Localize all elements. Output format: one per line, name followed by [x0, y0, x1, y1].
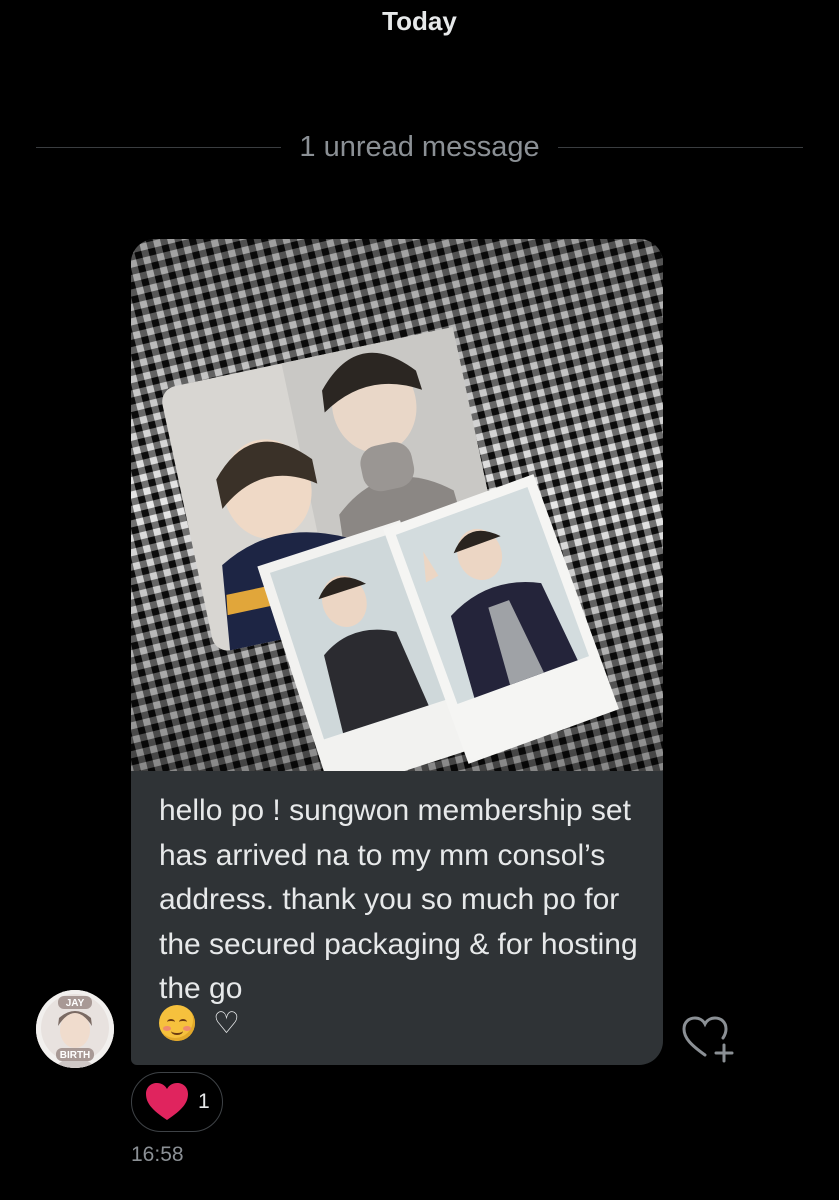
unread-divider-label: 1 unread message [299, 130, 540, 163]
reaction-pill[interactable]: 1 [131, 1072, 223, 1132]
add-reaction-icon[interactable] [681, 1015, 737, 1063]
message-timestamp: 16:58 [131, 1143, 184, 1166]
message-photo[interactable] [131, 239, 663, 771]
sender-avatar[interactable]: JAY BIRTH [36, 990, 114, 1068]
date-separator: Today [382, 6, 457, 36]
unread-divider: 1 unread message [36, 127, 803, 167]
avatar-bottom-label: BIRTH [60, 1050, 91, 1061]
divider-line-left [36, 146, 282, 148]
avatar-top-label: JAY [66, 998, 85, 1009]
message-bubble[interactable]: hello po ! sungwon membership set has ar… [131, 239, 663, 1065]
divider-line-right [557, 146, 803, 148]
message-text: hello po ! sungwon membership set has ar… [159, 794, 638, 1005]
white-heart-emoji: ♡ [213, 1006, 240, 1040]
smiling-face-emoji-icon [159, 1005, 195, 1041]
reaction-count: 1 [198, 1090, 210, 1113]
heart-icon [146, 1083, 188, 1120]
message-emoji-line: ♡ [159, 1001, 240, 1045]
